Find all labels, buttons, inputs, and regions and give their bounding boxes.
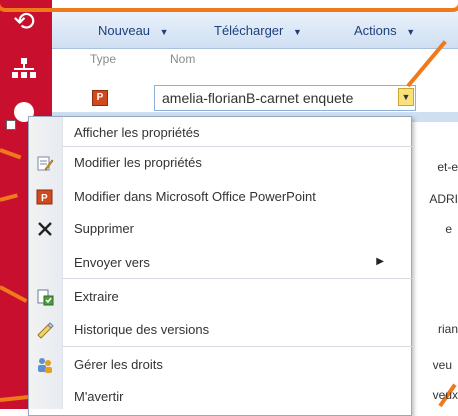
column-header-type[interactable]: Type bbox=[90, 52, 116, 66]
menu-item-label: Historique des versions bbox=[74, 322, 210, 337]
underlying-text: veu bbox=[432, 358, 452, 372]
upload-menu[interactable]: Télécharger ▼ bbox=[214, 23, 302, 38]
menu-item-label: Afficher les propriétés bbox=[74, 125, 200, 140]
menu-item-edit-properties[interactable]: Modifier les propriétés bbox=[37, 148, 412, 178]
menu-item-label: Supprimer bbox=[74, 221, 134, 236]
underlying-text: rian bbox=[437, 322, 458, 336]
chevron-down-icon: ▼ bbox=[293, 27, 302, 37]
delete-x-icon bbox=[36, 220, 54, 238]
menu-item-label: Envoyer vers bbox=[74, 255, 150, 270]
file-name-link[interactable]: amelia-florianB-carnet enquete bbox=[162, 90, 353, 106]
menu-item-delete[interactable]: Supprimer bbox=[38, 214, 412, 244]
svg-text:P: P bbox=[41, 193, 48, 204]
site-hierarchy-icon[interactable] bbox=[12, 58, 36, 80]
upload-menu-label: Télécharger bbox=[214, 23, 284, 38]
item-dropdown-button[interactable]: ▼ bbox=[398, 88, 414, 106]
underlying-text: ADRI bbox=[429, 192, 458, 206]
menu-item-version-history[interactable]: Historique des versions bbox=[37, 315, 412, 345]
selection-handle bbox=[6, 120, 16, 130]
menu-separator bbox=[62, 146, 412, 147]
menu-item-send-to[interactable]: Envoyer vers ▶ bbox=[62, 248, 412, 278]
column-header-name[interactable]: Nom bbox=[170, 52, 195, 66]
actions-menu-label: Actions bbox=[354, 23, 397, 38]
menu-item-label: Modifier dans Microsoft Office PowerPoin… bbox=[74, 189, 316, 204]
menu-item-label: M'avertir bbox=[74, 389, 124, 404]
edit-properties-icon bbox=[36, 154, 54, 172]
actions-menu[interactable]: Actions ▼ bbox=[354, 23, 415, 38]
version-history-icon bbox=[36, 321, 54, 339]
underlying-text: veux bbox=[432, 388, 458, 402]
menu-item-view-properties[interactable]: Afficher les propriétés bbox=[62, 118, 412, 148]
menu-item-manage-permissions[interactable]: Gérer les droits bbox=[38, 350, 412, 380]
menu-item-label: Modifier les propriétés bbox=[74, 155, 202, 170]
menu-separator bbox=[62, 346, 412, 347]
menu-item-label: Extraire bbox=[74, 289, 119, 304]
menu-separator bbox=[62, 278, 412, 279]
underlying-text: et-e bbox=[437, 160, 458, 174]
powerpoint-file-icon: P bbox=[92, 90, 108, 106]
chevron-down-icon: ▼ bbox=[406, 27, 416, 37]
menu-item-check-out[interactable]: Extraire bbox=[37, 282, 412, 312]
underlying-text: e bbox=[445, 222, 452, 236]
menu-item-edit-in-powerpoint[interactable]: P Modifier dans Microsoft Office PowerPo… bbox=[36, 182, 412, 212]
menu-item-alert-me[interactable]: M'avertir bbox=[62, 382, 412, 412]
checkout-icon bbox=[36, 288, 54, 306]
manage-permissions-icon bbox=[36, 356, 54, 374]
submenu-arrow-icon: ▶ bbox=[376, 256, 384, 267]
chevron-down-icon: ▼ bbox=[159, 27, 169, 37]
menu-item-label: Gérer les droits bbox=[74, 357, 163, 372]
new-menu-label: Nouveau bbox=[98, 23, 151, 38]
new-menu[interactable]: Nouveau ▼ bbox=[98, 23, 169, 38]
annotation-highlight-frame bbox=[0, 0, 458, 12]
list-toolbar: Nouveau ▼ Télécharger ▼ Actions ▼ bbox=[52, 12, 458, 49]
powerpoint-icon: P bbox=[36, 188, 54, 206]
